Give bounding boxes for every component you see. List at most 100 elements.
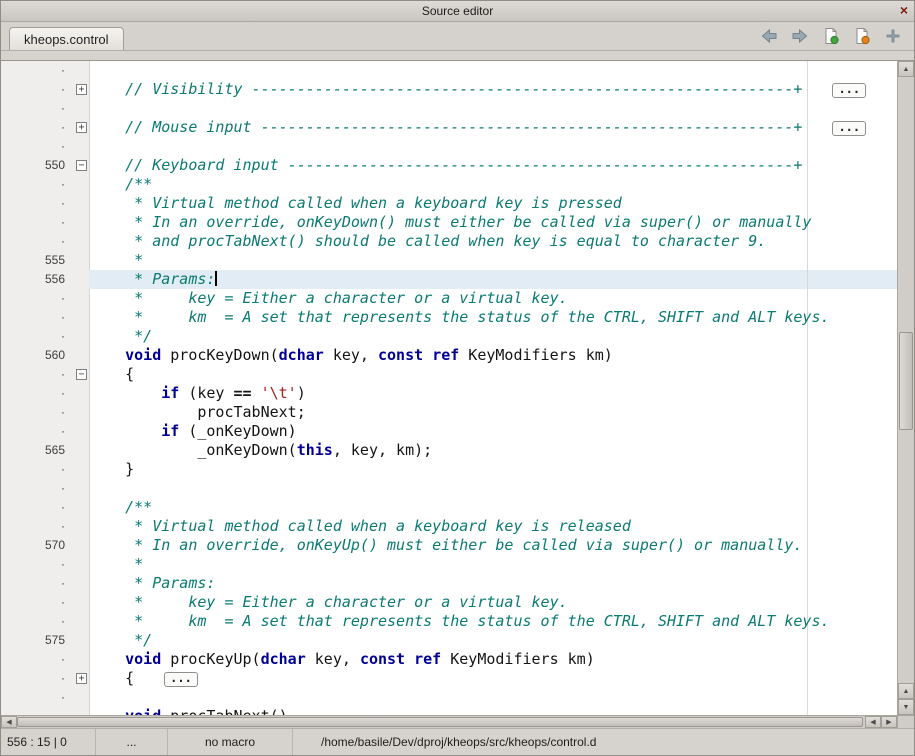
code-line[interactable]: · * In an override, onKeyDown() must eit…: [1, 213, 897, 232]
horizontal-scrollbar[interactable]: ◀ ◀ ▶: [1, 715, 897, 728]
close-icon[interactable]: ×: [900, 2, 908, 18]
code-line[interactable]: ·+ // Visibility -----------------------…: [1, 80, 897, 99]
fold-column: +: [68, 118, 89, 137]
fold-collapsed-icon[interactable]: +: [76, 84, 87, 95]
scroll-down-icon[interactable]: ▼: [898, 699, 914, 715]
code-line[interactable]: · */: [1, 327, 897, 346]
scroll-left-secondary-icon[interactable]: ◀: [865, 716, 881, 728]
editor-area: ··+ // Visibility ----------------------…: [1, 51, 914, 715]
code-line[interactable]: · * Virtual method called when a keyboar…: [1, 517, 897, 536]
line-text: void procKeyUp(dchar key, const ref KeyM…: [89, 650, 897, 669]
code-line[interactable]: · * and procTabNext() should be called w…: [1, 232, 897, 251]
fold-ellipsis[interactable]: ...: [164, 672, 198, 687]
line-text: [89, 479, 897, 498]
tab-kheops-control[interactable]: kheops.control: [9, 27, 124, 50]
line-number: ·: [1, 365, 68, 384]
code-line[interactable]: ·− {: [1, 365, 897, 384]
fold-expanded-icon[interactable]: −: [76, 160, 87, 171]
line-text: }: [89, 460, 897, 479]
line-number: 550: [1, 156, 68, 175]
code-line[interactable]: · procTabNext;: [1, 403, 897, 422]
code-line[interactable]: · if (_onKeyDown): [1, 422, 897, 441]
code-line[interactable]: 556 * Params:: [1, 270, 897, 289]
code-line[interactable]: ·: [1, 61, 897, 80]
code-line[interactable]: · * key = Either a character or a virtua…: [1, 593, 897, 612]
line-text: if (_onKeyDown): [89, 422, 897, 441]
fold-column: [68, 270, 89, 289]
fold-column: −: [68, 156, 89, 175]
line-text: [89, 688, 897, 707]
code-line[interactable]: · *: [1, 555, 897, 574]
nav-forward-icon[interactable]: [789, 26, 811, 46]
fold-ellipsis[interactable]: ...: [832, 121, 866, 136]
fold-column: [68, 289, 89, 308]
scroll-right-icon[interactable]: ▶: [881, 716, 897, 728]
line-text: [89, 99, 897, 118]
scroll-up-secondary-icon[interactable]: ▲: [898, 683, 914, 699]
macro-status: no macro: [205, 735, 255, 749]
line-number: ·: [1, 61, 68, 80]
line-number: ·: [1, 327, 68, 346]
code-line[interactable]: · * Virtual method called when a keyboar…: [1, 194, 897, 213]
code-line[interactable]: · * km = A set that represents the statu…: [1, 612, 897, 631]
titlebar[interactable]: Source editor ×: [1, 1, 914, 22]
line-text: *: [89, 251, 897, 270]
code-line[interactable]: ·: [1, 137, 897, 156]
fold-column: [68, 460, 89, 479]
fold-column: [68, 707, 89, 715]
code-line[interactable]: ·: [1, 688, 897, 707]
code-line[interactable]: 570 * In an override, onKeyUp() must eit…: [1, 536, 897, 555]
scroll-up-icon[interactable]: ▲: [898, 61, 914, 77]
code-line[interactable]: ·: [1, 99, 897, 118]
vertical-scrollbar[interactable]: ▲ ▲ ▼: [897, 61, 914, 715]
code-line[interactable]: · * Params:: [1, 574, 897, 593]
code-line[interactable]: · /**: [1, 175, 897, 194]
code-line[interactable]: 555 *: [1, 251, 897, 270]
code-line[interactable]: · /**: [1, 498, 897, 517]
code-line[interactable]: 550− // Keyboard input -----------------…: [1, 156, 897, 175]
code-editor[interactable]: ··+ // Visibility ----------------------…: [1, 61, 897, 715]
fold-expanded-icon[interactable]: −: [76, 369, 87, 380]
document-orange-icon[interactable]: [851, 26, 873, 46]
fold-column: [68, 441, 89, 460]
code-line[interactable]: 575 */: [1, 631, 897, 650]
code-line[interactable]: 560 void procKeyDown(dchar key, const re…: [1, 346, 897, 365]
code-line[interactable]: · if (key == '\t'): [1, 384, 897, 403]
fold-collapsed-icon[interactable]: +: [76, 122, 87, 133]
detach-icon[interactable]: [882, 26, 904, 46]
fold-column: [68, 422, 89, 441]
line-number: 570: [1, 536, 68, 555]
horizontal-scroll-thumb[interactable]: [17, 717, 863, 727]
macro-status-panel: no macro: [168, 729, 293, 755]
line-number: ·: [1, 479, 68, 498]
vertical-scroll-track[interactable]: [898, 77, 914, 683]
fold-column: [68, 403, 89, 422]
code-line[interactable]: · * key = Either a character or a virtua…: [1, 289, 897, 308]
source-editor-window: Source editor × kheops.control: [0, 0, 915, 756]
code-line[interactable]: ·+ // Mouse input ----------------------…: [1, 118, 897, 137]
code-line[interactable]: · void procKeyUp(dchar key, const ref Ke…: [1, 650, 897, 669]
line-number: ·: [1, 669, 68, 688]
fold-collapsed-icon[interactable]: +: [76, 673, 87, 684]
fold-ellipsis[interactable]: ...: [832, 83, 866, 98]
code-line[interactable]: · * km = A set that represents the statu…: [1, 308, 897, 327]
caret-position: 556 : 15 | 0: [7, 735, 67, 749]
fold-column: [68, 175, 89, 194]
tab-bar: kheops.control: [1, 22, 914, 51]
code-line[interactable]: ·+ {...: [1, 669, 897, 688]
line-text: * and procTabNext() should be called whe…: [89, 232, 897, 251]
code-line[interactable]: 565 _onKeyDown(this, key, km);: [1, 441, 897, 460]
fold-column: [68, 137, 89, 156]
code-line[interactable]: · }: [1, 460, 897, 479]
editor-toolbar: [758, 26, 910, 50]
line-number: ·: [1, 80, 68, 99]
horizontal-scroll-track[interactable]: [17, 716, 865, 728]
line-number: 575: [1, 631, 68, 650]
code-line[interactable]: · void procTabNext(): [1, 707, 897, 715]
document-green-icon[interactable]: [820, 26, 842, 46]
scroll-left-icon[interactable]: ◀: [1, 716, 17, 728]
code-line[interactable]: ·: [1, 479, 897, 498]
up-arrow-icon: ▲: [903, 688, 910, 695]
nav-back-icon[interactable]: [758, 26, 780, 46]
vertical-scroll-thumb[interactable]: [899, 332, 913, 431]
